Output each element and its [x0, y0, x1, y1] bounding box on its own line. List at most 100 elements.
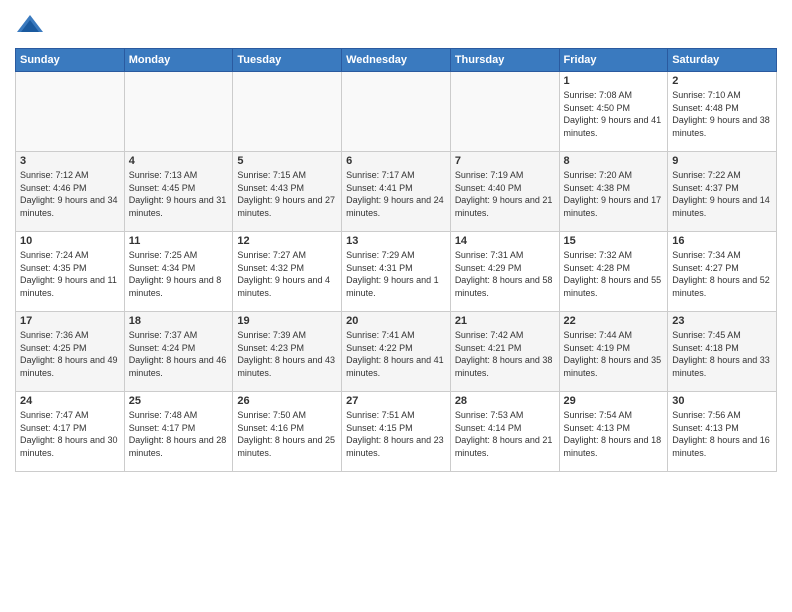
calendar-cell: 5 Sunrise: 7:15 AM Sunset: 4:43 PM Daylig… [233, 152, 342, 232]
calendar-cell: 22 Sunrise: 7:44 AM Sunset: 4:19 PM Dayli… [559, 312, 668, 392]
day-number: 14 [455, 235, 555, 247]
day-info: Sunrise: 7:41 AM Sunset: 4:22 PM Dayligh… [346, 329, 446, 379]
calendar-cell: 19Sunrise: 7:39 AM Sunset: 4:23 PM Dayli… [233, 312, 342, 392]
logo-icon [15, 10, 45, 40]
calendar-week-2: 3 Sunrise: 7:12 AM Sunset: 4:46 PM Daylig… [16, 152, 777, 232]
calendar-cell [342, 72, 451, 152]
calendar-cell: 30 Sunrise: 7:56 AM Sunset: 4:13 PM Dayli… [668, 392, 777, 472]
calendar-cell: 3 Sunrise: 7:12 AM Sunset: 4:46 PM Daylig… [16, 152, 125, 232]
day-number: 8 [564, 155, 664, 167]
day-info: Sunrise: 7:50 AM Sunset: 4:16 PM Dayligh… [237, 409, 337, 459]
day-number: 5 [237, 155, 337, 167]
calendar-cell: 11 Sunrise: 7:25 AM Sunset: 4:34 PM Dayli… [124, 232, 233, 312]
day-info: Sunrise: 7:36 AM Sunset: 4:25 PM Dayligh… [20, 329, 120, 379]
calendar-cell: 12 Sunrise: 7:27 AM Sunset: 4:32 PM Dayli… [233, 232, 342, 312]
day-number: 22 [564, 315, 664, 327]
calendar-cell: 23 Sunrise: 7:45 AM Sunset: 4:18 PM Dayli… [668, 312, 777, 392]
day-number: 26 [237, 395, 337, 407]
day-info: Sunrise: 7:25 AM Sunset: 4:34 PM Dayligh… [129, 249, 229, 299]
calendar-cell [233, 72, 342, 152]
day-info: Sunrise: 7:51 AM Sunset: 4:15 PM Dayligh… [346, 409, 446, 459]
calendar-cell: 21 Sunrise: 7:42 AM Sunset: 4:21 PM Dayli… [450, 312, 559, 392]
calendar-cell: 8 Sunrise: 7:20 AM Sunset: 4:38 PM Daylig… [559, 152, 668, 232]
day-number: 4 [129, 155, 229, 167]
day-info: Sunrise: 7:32 AM Sunset: 4:28 PM Dayligh… [564, 249, 664, 299]
day-info: Sunrise: 7:19 AM Sunset: 4:40 PM Dayligh… [455, 169, 555, 219]
day-info: Sunrise: 7:44 AM Sunset: 4:19 PM Dayligh… [564, 329, 664, 379]
calendar-week-1: 1Sunrise: 7:08 AM Sunset: 4:50 PM Daylig… [16, 72, 777, 152]
day-info: Sunrise: 7:24 AM Sunset: 4:35 PM Dayligh… [20, 249, 120, 299]
day-number: 6 [346, 155, 446, 167]
calendar-week-4: 17 Sunrise: 7:36 AM Sunset: 4:25 PM Dayli… [16, 312, 777, 392]
weekday-header-sunday: Sunday [16, 49, 125, 72]
day-number: 11 [129, 235, 229, 247]
day-info: Sunrise: 7:45 AM Sunset: 4:18 PM Dayligh… [672, 329, 772, 379]
weekday-header-wednesday: Wednesday [342, 49, 451, 72]
day-number: 9 [672, 155, 772, 167]
calendar-cell: 4 Sunrise: 7:13 AM Sunset: 4:45 PM Daylig… [124, 152, 233, 232]
calendar: SundayMondayTuesdayWednesdayThursdayFrid… [15, 48, 777, 472]
day-info: Sunrise: 7:22 AM Sunset: 4:37 PM Dayligh… [672, 169, 772, 219]
page: SundayMondayTuesdayWednesdayThursdayFrid… [0, 0, 792, 612]
day-info: Sunrise: 7:37 AM Sunset: 4:24 PM Dayligh… [129, 329, 229, 379]
day-number: 13 [346, 235, 446, 247]
weekday-header-tuesday: Tuesday [233, 49, 342, 72]
calendar-cell: 9 Sunrise: 7:22 AM Sunset: 4:37 PM Daylig… [668, 152, 777, 232]
calendar-cell: 20 Sunrise: 7:41 AM Sunset: 4:22 PM Dayli… [342, 312, 451, 392]
day-number: 7 [455, 155, 555, 167]
day-info: Sunrise: 7:15 AM Sunset: 4:43 PM Dayligh… [237, 169, 337, 219]
day-number: 17 [20, 315, 120, 327]
day-number: 3 [20, 155, 120, 167]
day-info: Sunrise: 7:34 AM Sunset: 4:27 PM Dayligh… [672, 249, 772, 299]
calendar-cell: 13 Sunrise: 7:29 AM Sunset: 4:31 PM Dayli… [342, 232, 451, 312]
calendar-cell: 28Sunrise: 7:53 AM Sunset: 4:14 PM Dayli… [450, 392, 559, 472]
day-info: Sunrise: 7:56 AM Sunset: 4:13 PM Dayligh… [672, 409, 772, 459]
day-number: 2 [672, 75, 772, 87]
calendar-cell: 2 Sunrise: 7:10 AM Sunset: 4:48 PM Daylig… [668, 72, 777, 152]
calendar-cell: 29 Sunrise: 7:54 AM Sunset: 4:13 PM Dayli… [559, 392, 668, 472]
calendar-cell: 24 Sunrise: 7:47 AM Sunset: 4:17 PM Dayli… [16, 392, 125, 472]
calendar-cell: 6 Sunrise: 7:17 AM Sunset: 4:41 PM Daylig… [342, 152, 451, 232]
calendar-cell: 10 Sunrise: 7:24 AM Sunset: 4:35 PM Dayli… [16, 232, 125, 312]
calendar-cell: 25Sunrise: 7:48 AM Sunset: 4:17 PM Dayli… [124, 392, 233, 472]
day-info: Sunrise: 7:47 AM Sunset: 4:17 PM Dayligh… [20, 409, 120, 459]
calendar-cell [124, 72, 233, 152]
day-number: 25 [129, 395, 229, 407]
day-info: Sunrise: 7:42 AM Sunset: 4:21 PM Dayligh… [455, 329, 555, 379]
day-number: 18 [129, 315, 229, 327]
day-info: Sunrise: 7:27 AM Sunset: 4:32 PM Dayligh… [237, 249, 337, 299]
day-number: 15 [564, 235, 664, 247]
day-info: Sunrise: 7:12 AM Sunset: 4:46 PM Dayligh… [20, 169, 120, 219]
calendar-cell: 7 Sunrise: 7:19 AM Sunset: 4:40 PM Daylig… [450, 152, 559, 232]
calendar-cell: 26 Sunrise: 7:50 AM Sunset: 4:16 PM Dayli… [233, 392, 342, 472]
header [15, 10, 777, 40]
day-number: 27 [346, 395, 446, 407]
logo [15, 10, 49, 40]
day-number: 29 [564, 395, 664, 407]
day-info: Sunrise: 7:17 AM Sunset: 4:41 PM Dayligh… [346, 169, 446, 219]
calendar-cell [16, 72, 125, 152]
calendar-cell: 17 Sunrise: 7:36 AM Sunset: 4:25 PM Dayli… [16, 312, 125, 392]
day-info: Sunrise: 7:31 AM Sunset: 4:29 PM Dayligh… [455, 249, 555, 299]
day-info: Sunrise: 7:20 AM Sunset: 4:38 PM Dayligh… [564, 169, 664, 219]
day-info: Sunrise: 7:10 AM Sunset: 4:48 PM Dayligh… [672, 89, 772, 139]
calendar-cell: 27 Sunrise: 7:51 AM Sunset: 4:15 PM Dayli… [342, 392, 451, 472]
calendar-week-5: 24 Sunrise: 7:47 AM Sunset: 4:17 PM Dayli… [16, 392, 777, 472]
day-number: 24 [20, 395, 120, 407]
day-number: 20 [346, 315, 446, 327]
day-info: Sunrise: 7:54 AM Sunset: 4:13 PM Dayligh… [564, 409, 664, 459]
day-number: 21 [455, 315, 555, 327]
day-number: 30 [672, 395, 772, 407]
day-info: Sunrise: 7:29 AM Sunset: 4:31 PM Dayligh… [346, 249, 446, 299]
calendar-cell: 16 Sunrise: 7:34 AM Sunset: 4:27 PM Dayli… [668, 232, 777, 312]
day-number: 19 [237, 315, 337, 327]
day-number: 23 [672, 315, 772, 327]
day-number: 12 [237, 235, 337, 247]
day-number: 16 [672, 235, 772, 247]
day-number: 10 [20, 235, 120, 247]
day-info: Sunrise: 7:13 AM Sunset: 4:45 PM Dayligh… [129, 169, 229, 219]
calendar-cell: 15 Sunrise: 7:32 AM Sunset: 4:28 PM Dayli… [559, 232, 668, 312]
calendar-cell [450, 72, 559, 152]
day-info: Sunrise: 7:53 AM Sunset: 4:14 PM Dayligh… [455, 409, 555, 459]
day-number: 1 [564, 75, 664, 87]
